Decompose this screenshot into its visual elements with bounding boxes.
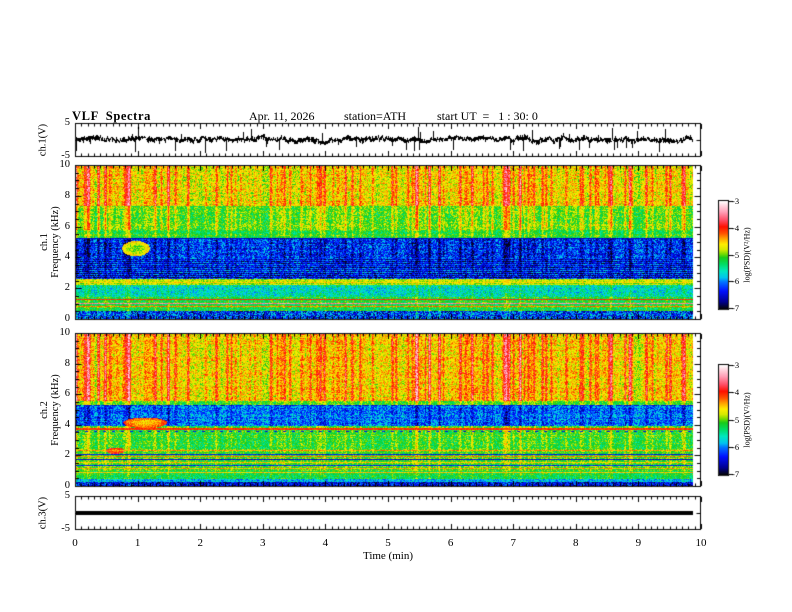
x-tick-label: 8 — [573, 537, 579, 549]
colorbar-tick-label: -4 — [732, 222, 740, 233]
colorbar-2-label: log(PSD)(V²/Hz) — [742, 392, 752, 448]
colorbar-tick-label: -7 — [732, 303, 740, 313]
colorbar-tick-label: -7 — [732, 469, 740, 479]
voltage-tick-label: 5 — [64, 117, 70, 128]
x-tick-label: 6 — [447, 537, 454, 549]
ch2-frequency-axis-label: ch.2 Frequency (kHz) — [39, 374, 61, 446]
freq-tick-label: 2 — [64, 282, 70, 294]
colorbar-tick-label: -3 — [732, 360, 740, 370]
freq-tick-label: 0 — [64, 313, 70, 324]
axes-overlay — [0, 0, 792, 612]
freq-tick-label: 8 — [64, 189, 70, 201]
colorbar-tick-label: -6 — [732, 441, 740, 452]
freq-tick-label: 6 — [64, 220, 70, 232]
colorbar-tick-label: -4 — [732, 387, 740, 398]
x-tick-label: 1 — [134, 537, 141, 549]
x-tick-label: 0 — [72, 537, 78, 549]
x-tick-label: 4 — [322, 537, 329, 549]
ch1-frequency-axis-label: ch.1 Frequency (kHz) — [39, 206, 61, 278]
freq-tick-label: 8 — [64, 357, 70, 369]
colorbar-tick-label: -3 — [732, 196, 740, 206]
freq-tick-label: 4 — [64, 251, 70, 263]
freq-tick-label: 2 — [64, 449, 70, 461]
vlf-spectra-figure: VLF Spectra Apr. 11, 2026 station=ATH st… — [0, 0, 792, 612]
colorbar-1-label: log(PSD)(V²/Hz) — [742, 227, 752, 283]
colorbar-tick-label: -5 — [732, 414, 740, 425]
x-tick-label: 10 — [695, 537, 707, 549]
voltage-tick-label: -5 — [61, 523, 70, 534]
freq-tick-label: 6 — [64, 388, 70, 400]
voltage-tick-label: -5 — [61, 150, 70, 161]
freq-tick-label: 4 — [64, 418, 70, 430]
freq-tick-label: 10 — [59, 327, 71, 338]
colorbar-tick-label: -5 — [732, 249, 740, 260]
colorbar-tick-label: -6 — [732, 276, 740, 287]
voltage-tick-label: 5 — [64, 490, 70, 501]
x-tick-label: 7 — [510, 537, 516, 549]
x-tick-label: 2 — [197, 537, 203, 549]
time-axis-label: Time (min) — [362, 550, 413, 562]
x-tick-label: 5 — [385, 537, 391, 549]
x-tick-label: 9 — [635, 537, 642, 549]
x-tick-label: 3 — [260, 537, 266, 549]
